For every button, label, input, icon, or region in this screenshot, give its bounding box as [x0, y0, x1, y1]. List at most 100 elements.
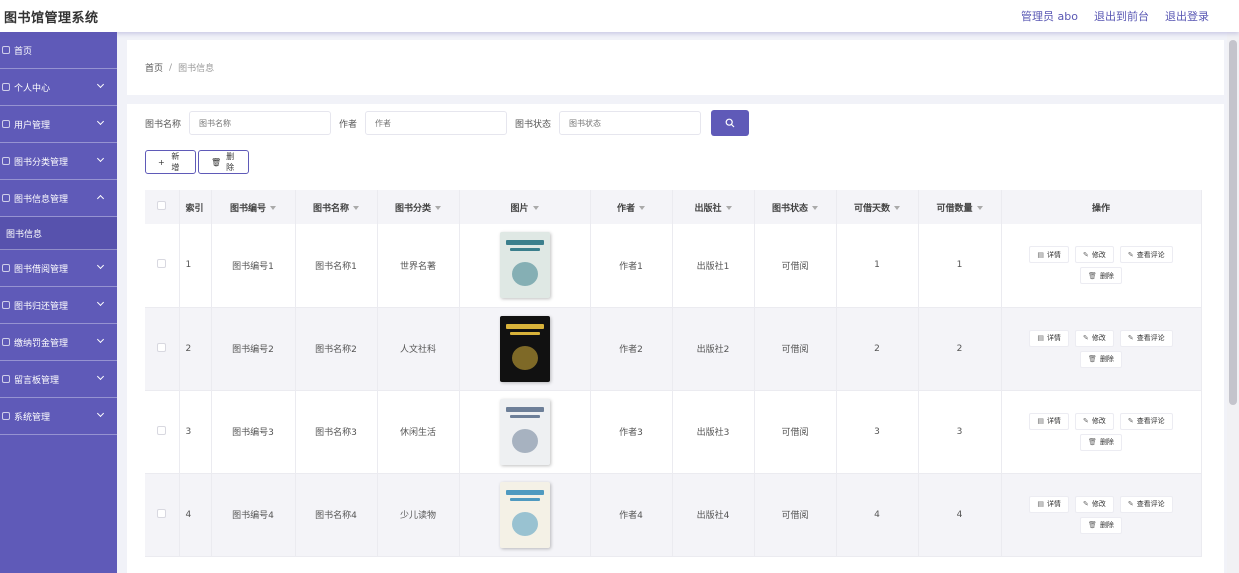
edit-button[interactable]: ✎ 修改 — [1074, 246, 1114, 264]
edit-button[interactable]: ✎ 修改 — [1074, 495, 1114, 513]
logout-link[interactable]: 退出登录 — [1165, 8, 1209, 24]
table-row[interactable]: 4 图书编号4 图书名称4 少儿读物 作者4 出版社4 可借阅 4 4 ▤ 详情 ✎ 修改 ✎ 查看评论 🗑 删… — [145, 473, 1202, 557]
sidebar-item-book-info-management[interactable]: 图书信息管理 — [0, 180, 117, 217]
cover-title-bar — [505, 489, 544, 495]
column-header-author[interactable]: 作者 — [590, 190, 673, 224]
table-row[interactable]: 3 图书编号3 图书名称3 休闲生活 作者3 出版社3 可借阅 3 3 ▤ 详情 ✎ 修改 ✎ 查看评论 🗑 删… — [145, 390, 1202, 474]
book-status-input[interactable] — [559, 111, 702, 135]
status-cell: 可借阅 — [754, 224, 837, 308]
chevron-down-icon — [96, 117, 105, 126]
breadcrumb-home[interactable]: 首页 — [145, 61, 163, 74]
view-comments-button[interactable]: ✎ 查看评论 — [1119, 329, 1173, 347]
chevron-up-icon — [96, 194, 105, 203]
return-icon — [2, 301, 10, 309]
back-to-front-link[interactable]: 退出到前台 — [1094, 8, 1149, 24]
delete-button-label: 删除 — [226, 152, 235, 172]
cover-subtitle-bar — [509, 248, 540, 252]
batch-delete-button[interactable]: 🗑 删除 — [198, 150, 249, 174]
admin-user-label[interactable]: 管理员 abo — [1021, 8, 1078, 24]
comment-icon: ✎ — [1127, 250, 1134, 259]
delete-row-button[interactable]: 🗑 删除 — [1080, 267, 1122, 285]
row-checkbox[interactable] — [157, 259, 167, 269]
comment-icon: ✎ — [1127, 334, 1134, 342]
column-header-name[interactable]: 图书名称 — [295, 190, 378, 224]
sidebar-nav: 首页 个人中心 用户管理 图书分类管理 图书信息管理 图书信息 图书借阅管理 图… — [0, 32, 117, 573]
sort-icon — [812, 206, 818, 210]
column-header-quantity[interactable]: 可借数量 — [918, 190, 1002, 224]
chevron-down-icon — [96, 409, 105, 418]
column-header-days[interactable]: 可借天数 — [836, 190, 919, 224]
sidebar-item-return-management[interactable]: 图书归还管理 — [0, 287, 117, 324]
page-scrollbar[interactable] — [1227, 32, 1239, 573]
sidebar-item-message-board[interactable]: 留言板管理 — [0, 361, 117, 398]
column-header-category[interactable]: 图书分类 — [377, 190, 460, 224]
status-cell: 可借阅 — [754, 390, 837, 474]
sidebar-item-category-management[interactable]: 图书分类管理 — [0, 143, 117, 180]
chevron-down-icon — [96, 80, 105, 89]
table-row[interactable]: 2 图书编号2 图书名称2 人文社科 作者2 出版社2 可借阅 2 2 ▤ 详情 ✎ 修改 ✎ 查看评论 🗑 删… — [145, 307, 1202, 391]
edit-button[interactable]: ✎ 修改 — [1074, 329, 1114, 347]
column-header-image[interactable]: 图片 — [459, 190, 591, 224]
detail-button[interactable]: ▤ 详情 — [1029, 495, 1069, 513]
book-category-cell: 休闲生活 — [377, 390, 460, 474]
edit-icon: ✎ — [1082, 500, 1089, 508]
status-cell: 可借阅 — [754, 307, 837, 391]
top-header: 图书馆管理系统 管理员 abo 退出到前台 退出登录 — [0, 0, 1239, 32]
author-cell: 作者3 — [590, 390, 673, 474]
search-button[interactable] — [711, 110, 750, 136]
delete-row-button[interactable]: 🗑 删除 — [1080, 433, 1122, 451]
author-input[interactable] — [365, 111, 508, 135]
plus-icon: + — [158, 157, 165, 167]
row-checkbox[interactable] — [157, 342, 167, 352]
book-status-label: 图书状态 — [515, 119, 552, 130]
edit-button[interactable]: ✎ 修改 — [1074, 412, 1114, 430]
column-header-code[interactable]: 图书编号 — [211, 190, 296, 224]
sidebar-item-personal-center[interactable]: 个人中心 — [0, 69, 117, 106]
detail-button[interactable]: ▤ 详情 — [1029, 329, 1069, 347]
author-label: 作者 — [339, 119, 358, 130]
sidebar-item-label: 首页 — [14, 46, 33, 57]
book-cover-image[interactable] — [499, 481, 550, 548]
sidebar-item-label: 图书借阅管理 — [14, 264, 69, 275]
trash-icon: 🗑 — [1088, 521, 1097, 529]
delete-row-button[interactable]: 🗑 删除 — [1080, 350, 1122, 368]
column-header-publisher[interactable]: 出版社 — [672, 190, 755, 224]
book-table: 索引 图书编号 图书名称 图书分类 图片 作者 出版社 图书状态 可借天数 可借… — [145, 190, 1202, 557]
sort-icon — [435, 206, 441, 210]
book-code-cell: 图书编号3 — [211, 390, 296, 474]
sidebar-item-label: 留言板管理 — [14, 375, 60, 386]
sidebar-subitem-book-info[interactable]: 图书信息 — [0, 217, 117, 250]
add-button[interactable]: + 新增 — [145, 150, 196, 174]
comment-icon: ✎ — [1127, 500, 1134, 508]
sidebar-item-user-management[interactable]: 用户管理 — [0, 106, 117, 143]
trash-icon: 🗑 — [1088, 271, 1097, 280]
table-header-row: 索引 图书编号 图书名称 图书分类 图片 作者 出版社 图书状态 可借天数 可借… — [145, 190, 1202, 224]
breadcrumb-current: 图书信息 — [178, 64, 215, 74]
detail-button[interactable]: ▤ 详情 — [1029, 246, 1069, 264]
select-all-checkbox[interactable] — [157, 201, 167, 210]
row-checkbox[interactable] — [157, 508, 167, 518]
search-icon — [725, 118, 735, 128]
book-cover-image[interactable] — [499, 398, 550, 465]
detail-button[interactable]: ▤ 详情 — [1029, 412, 1069, 430]
view-comments-button[interactable]: ✎ 查看评论 — [1119, 412, 1173, 430]
quantity-cell: 3 — [918, 390, 1002, 474]
book-cover-image[interactable] — [499, 232, 550, 299]
sidebar-item-fine-management[interactable]: 缴纳罚金管理 — [0, 324, 117, 361]
book-name-input[interactable] — [189, 111, 332, 135]
column-header-status[interactable]: 图书状态 — [754, 190, 837, 224]
quantity-cell: 4 — [918, 473, 1002, 557]
row-checkbox[interactable] — [157, 425, 167, 435]
delete-row-button[interactable]: 🗑 删除 — [1080, 516, 1122, 534]
view-comments-button[interactable]: ✎ 查看评论 — [1119, 246, 1173, 264]
view-comments-button[interactable]: ✎ 查看评论 — [1119, 495, 1173, 513]
sidebar-item-borrow-management[interactable]: 图书借阅管理 — [0, 250, 117, 287]
book-name-cell: 图书名称2 — [295, 307, 378, 391]
book-cover-image[interactable] — [499, 315, 550, 382]
table-row[interactable]: 1 图书编号1 图书名称1 世界名著 作者1 出版社1 可借阅 1 1 ▤ 详情 ✎ 修改 ✎ 查看评论 🗑 删… — [145, 224, 1202, 308]
book-image-cell — [459, 390, 591, 474]
scrollbar-thumb[interactable] — [1229, 40, 1237, 405]
sidebar-item-system-management[interactable]: 系统管理 — [0, 398, 117, 435]
book-category-cell: 世界名著 — [377, 224, 460, 308]
sidebar-item-home[interactable]: 首页 — [0, 32, 117, 69]
